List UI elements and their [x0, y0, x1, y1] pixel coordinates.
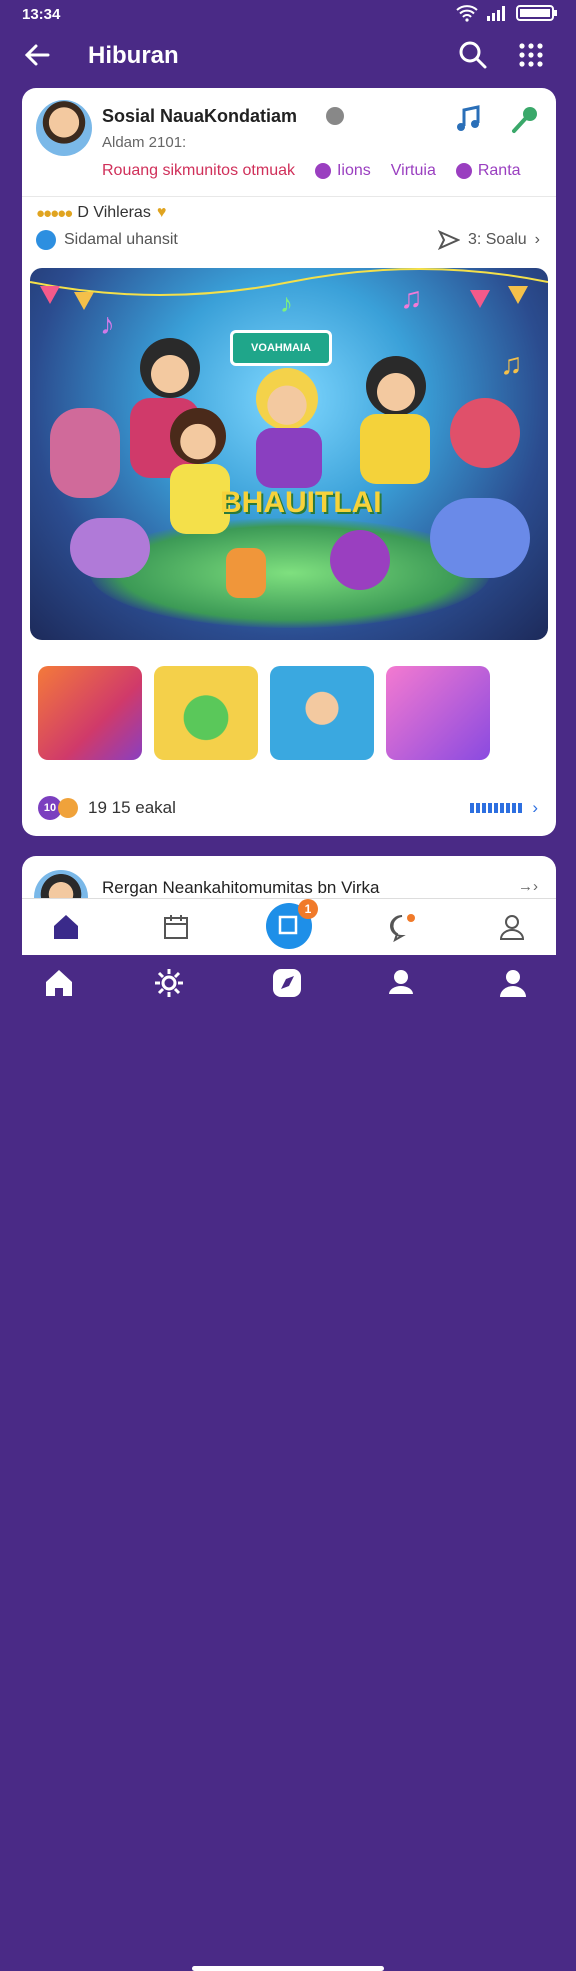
post-author-name[interactable]: Rergan Neankahitomumitas bn Virka [102, 878, 380, 898]
home-icon[interactable] [42, 966, 76, 1000]
profile-icon[interactable] [496, 911, 528, 943]
status-bar: 13:34 [0, 0, 576, 30]
person-icon[interactable] [384, 966, 418, 1000]
thumbnail-strip [38, 666, 490, 760]
share-button[interactable]: 3: Soalu › [437, 230, 540, 250]
music-note-icon[interactable] [454, 104, 484, 134]
character [366, 356, 426, 416]
star-rating-icon: ●●●●● [36, 204, 73, 222]
divider [22, 196, 556, 197]
character [360, 414, 430, 484]
status-icons [456, 4, 558, 22]
more-icon[interactable]: →› [518, 878, 538, 895]
character [430, 498, 530, 578]
status-time: 13:34 [22, 6, 61, 23]
tab-bar: 1 [22, 898, 556, 955]
thumbnail[interactable] [38, 666, 142, 760]
settings-icon[interactable] [152, 966, 186, 1000]
character [256, 428, 322, 488]
notification-badge: 1 [298, 899, 318, 919]
tag-list: Rouang sikmunitos otmuak Iions Virtuia R… [102, 162, 521, 180]
home-icon[interactable] [50, 911, 82, 943]
hero-word: BHAUITLAI [220, 486, 382, 519]
home-indicator[interactable] [192, 1966, 384, 1971]
character [140, 338, 200, 398]
chevron-right-icon: › [534, 231, 540, 248]
create-post-button[interactable]: 1 [266, 899, 318, 949]
character [70, 518, 150, 578]
chevron-right-icon[interactable]: › [532, 798, 538, 818]
character [170, 408, 226, 464]
page-title: Hiburan [88, 42, 179, 69]
reaction-icon[interactable] [58, 798, 78, 818]
post-author-name[interactable]: Sosial NauaKondatiam [102, 106, 297, 127]
tag-item[interactable]: Rouang sikmunitos otmuak [102, 162, 295, 180]
wifi-icon [456, 5, 478, 22]
info-text: Sidamal uhansit [64, 231, 178, 248]
rating-text: D Vihleras [77, 204, 151, 221]
microphone-icon[interactable] [510, 104, 540, 134]
share-text: 3: Soalu [467, 231, 527, 248]
character [256, 368, 318, 430]
tag-item[interactable]: Iions [314, 162, 371, 180]
avatar[interactable] [36, 100, 92, 156]
post-footer: 10 19 15 eakal › [38, 796, 538, 820]
check-icon [36, 230, 56, 250]
music-note-icon: ♪ [100, 308, 115, 341]
signal-icon [487, 6, 505, 21]
thumbnail[interactable] [386, 666, 490, 760]
grid-menu-icon[interactable] [518, 42, 544, 68]
footer-stats: 19 15 eakal [88, 798, 176, 817]
tag-item[interactable]: Virtuia [391, 162, 436, 180]
back-arrow-icon[interactable] [22, 40, 52, 70]
character [226, 548, 266, 598]
character [330, 530, 390, 590]
hero-image[interactable]: VOAHMAIA BHAUITLAI ♪ ♫ ♫ ♪ [30, 268, 548, 640]
character [50, 408, 120, 498]
thumbnail[interactable] [154, 666, 258, 760]
hero-sign: VOAHMAIA [230, 330, 332, 366]
info-row: Sidamal uhansit [36, 230, 178, 250]
post-card: Sosial NauaKondatiam Aldam 2101: Rouang … [22, 88, 556, 836]
tag-icon [455, 163, 472, 179]
app-bar: Hiburan [0, 30, 576, 80]
search-icon[interactable] [458, 40, 488, 70]
verified-icon [326, 107, 344, 125]
chat-icon[interactable] [386, 911, 418, 943]
music-note-icon: ♫ [500, 348, 523, 381]
thumbnail[interactable] [270, 666, 374, 760]
calendar-icon[interactable] [160, 911, 192, 943]
send-icon [437, 230, 460, 250]
character [450, 398, 520, 468]
compass-icon[interactable] [270, 966, 304, 1000]
music-note-icon: ♪ [280, 288, 293, 318]
account-icon[interactable] [496, 966, 530, 1000]
post-subtitle: Aldam 2101: [102, 134, 187, 151]
bottom-nav [0, 958, 576, 1971]
rating-row: ●●●●● D Vihleras ♥ [36, 204, 166, 222]
music-note-icon: ♫ [400, 282, 423, 315]
tag-item[interactable]: Ranta [455, 162, 521, 180]
tag-icon [314, 163, 331, 179]
heart-icon[interactable]: ♥ [157, 204, 167, 222]
battery-icon [516, 5, 557, 21]
progress-indicator [470, 803, 523, 813]
